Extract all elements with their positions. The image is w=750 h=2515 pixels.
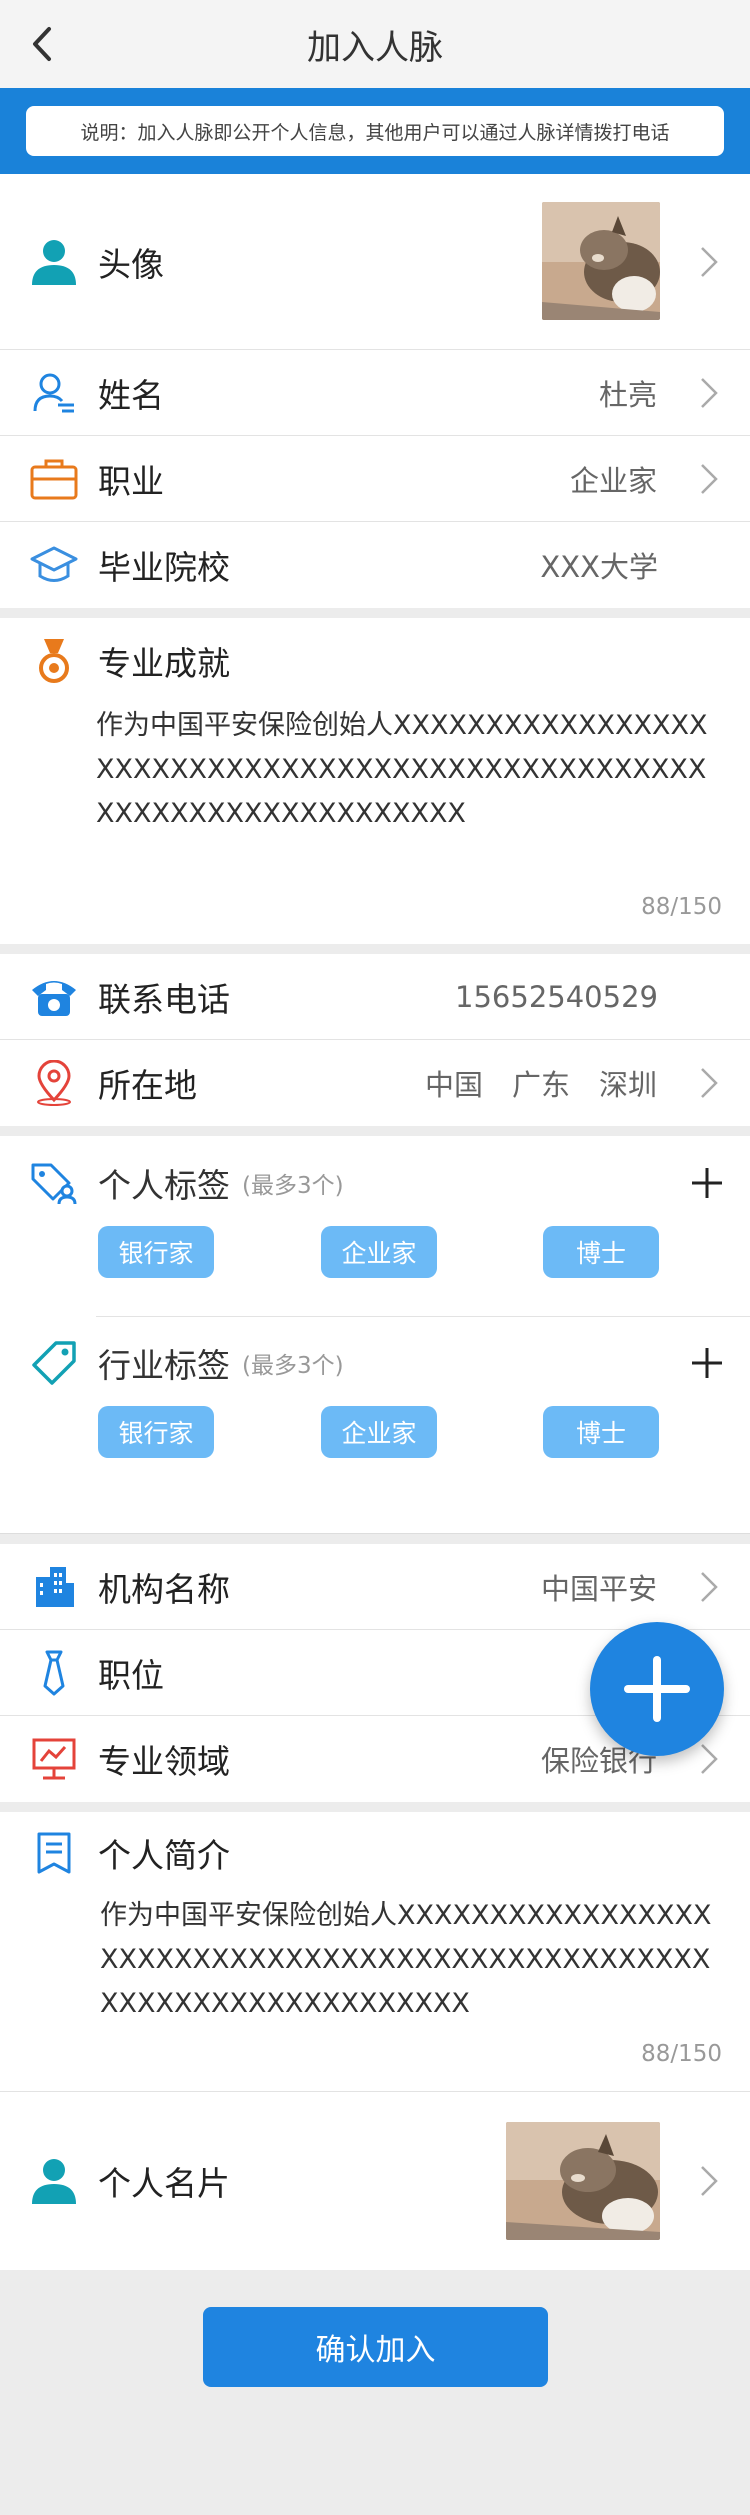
person-edit-icon (28, 367, 80, 419)
medal-icon (28, 635, 80, 687)
intro-header: 个人简介 (0, 1812, 750, 1894)
chevron-right-icon (701, 377, 718, 408)
chevron-right-icon (701, 463, 718, 494)
industry-tags-hint: (最多3个) (242, 1353, 344, 1379)
user-icon (28, 2155, 80, 2207)
user-icon (28, 236, 80, 288)
industry-tag-item[interactable]: 企业家 (321, 1406, 437, 1458)
notice-text: 说明：加入人脉即公开个人信息，其他用户可以通过人脉详情拨打电话 (26, 106, 724, 156)
location-value: 中国 广东 深圳 (424, 1068, 657, 1102)
necktie-icon (28, 1647, 80, 1699)
org-row[interactable]: 机构名称 中国平安 (0, 1544, 750, 1630)
job-value: 企业家 (569, 463, 657, 498)
name-value: 杜亮 (598, 377, 657, 412)
chevron-right-icon (701, 246, 718, 277)
divider (0, 1126, 750, 1136)
briefcase-icon (28, 453, 80, 505)
personal-tag-item[interactable]: 银行家 (98, 1226, 214, 1278)
divider (0, 1802, 750, 1812)
industry-tags-label: 行业标签 (98, 1346, 230, 1385)
basic-info-section: 头像 姓名 杜亮 职业 企业家 毕业院校 XXX大学 (0, 174, 750, 608)
name-row[interactable]: 姓名 杜亮 (0, 350, 750, 436)
industry-tag-item[interactable]: 银行家 (98, 1406, 214, 1458)
personal-tag-item[interactable]: 企业家 (321, 1226, 437, 1278)
business-card-image[interactable] (506, 2122, 660, 2240)
document-icon (28, 1827, 80, 1879)
divider (0, 944, 750, 954)
business-card-label: 个人名片 (98, 2164, 230, 2203)
add-personal-tag-button[interactable] (690, 1166, 724, 1200)
chevron-left-icon (33, 27, 51, 61)
divider (0, 608, 750, 618)
back-button[interactable] (22, 24, 62, 64)
location-label: 所在地 (98, 1066, 197, 1105)
header-bar: 加入人脉 (0, 0, 750, 88)
contact-section: 联系电话 15652540529 所在地 中国 广东 深圳 (0, 954, 750, 1126)
position-label: 职位 (98, 1655, 164, 1695)
phone-row[interactable]: 联系电话 15652540529 (0, 954, 750, 1040)
location-pin-icon (28, 1057, 80, 1109)
tags-section: 个人标签 (最多3个) 银行家 企业家 博士 行业标签 (最多3个) 银行家 企… (0, 1136, 750, 1534)
business-card-row[interactable]: 个人名片 (0, 2092, 750, 2270)
school-value: XXX大学 (540, 550, 658, 584)
school-label: 毕业院校 (98, 548, 230, 587)
notice-banner: 说明：加入人脉即公开个人信息，其他用户可以通过人脉详情拨打电话 (0, 88, 750, 174)
job-row[interactable]: 职业 企业家 (0, 436, 750, 522)
personal-tag-item[interactable]: 博士 (543, 1226, 659, 1278)
intro-text[interactable]: 作为中国平安保险创始人XXXXXXXXXXXXXXXXXXXXXXXXXXXXX… (0, 1894, 750, 2026)
page-title: 加入人脉 (307, 27, 443, 68)
avatar-row[interactable]: 头像 (0, 174, 750, 350)
confirm-join-button[interactable]: 确认加入 (203, 2307, 548, 2387)
plus-icon (624, 1656, 690, 1722)
job-label: 职业 (98, 461, 164, 501)
intro-counter: 88/150 (641, 2041, 722, 2067)
intro-label: 个人简介 (98, 1836, 230, 1875)
org-label: 机构名称 (98, 1569, 230, 1609)
industry-tags-header: 行业标签 (最多3个) (0, 1338, 750, 1388)
building-icon (28, 1561, 80, 1613)
chevron-right-icon (701, 2166, 718, 2196)
chevron-right-icon (701, 1068, 718, 1098)
floating-add-button[interactable] (590, 1622, 724, 1756)
chevron-right-icon (701, 1571, 718, 1602)
phone-value: 15652540529 (455, 979, 658, 1014)
location-row[interactable]: 所在地 中国 广东 深圳 (0, 1040, 750, 1126)
achievement-counter: 88/150 (641, 894, 722, 920)
field-label: 专业领域 (98, 1742, 230, 1781)
achievement-text[interactable]: 作为中国平安保险创始人XXXXXXXXXXXXXXXXXXXXXXXXXXXXX… (0, 704, 750, 836)
industry-tag-item[interactable]: 博士 (543, 1406, 659, 1458)
tag-divider (96, 1316, 750, 1317)
achievement-label: 专业成就 (98, 644, 230, 683)
school-row[interactable]: 毕业院校 XXX大学 (0, 522, 750, 608)
intro-section: 个人简介 作为中国平安保险创始人XXXXXXXXXXXXXXXXXXXXXXXX… (0, 1812, 750, 2092)
personal-tags-header: 个人标签 (最多3个) (0, 1158, 750, 1208)
chevron-right-icon (701, 1744, 718, 1774)
personal-tags-label: 个人标签 (98, 1166, 230, 1205)
name-label: 姓名 (98, 375, 164, 415)
add-industry-tag-button[interactable] (690, 1346, 724, 1380)
telephone-icon (28, 971, 80, 1023)
org-value: 中国平安 (540, 1571, 657, 1606)
avatar-label: 头像 (98, 244, 164, 284)
graduation-cap-icon (28, 539, 80, 591)
achievement-section: 专业成就 作为中国平安保险创始人XXXXXXXXXXXXXXXXXXXXXXXX… (0, 618, 750, 944)
achievement-header: 专业成就 (0, 618, 750, 704)
tag-icon (28, 1339, 80, 1387)
phone-label: 联系电话 (98, 979, 230, 1019)
monitor-chart-icon (28, 1733, 80, 1785)
business-card-section: 个人名片 (0, 2092, 750, 2270)
divider (0, 1534, 750, 1544)
avatar-image[interactable] (542, 202, 660, 320)
person-tag-icon (28, 1161, 80, 1205)
personal-tags-hint: (最多3个) (242, 1173, 344, 1199)
